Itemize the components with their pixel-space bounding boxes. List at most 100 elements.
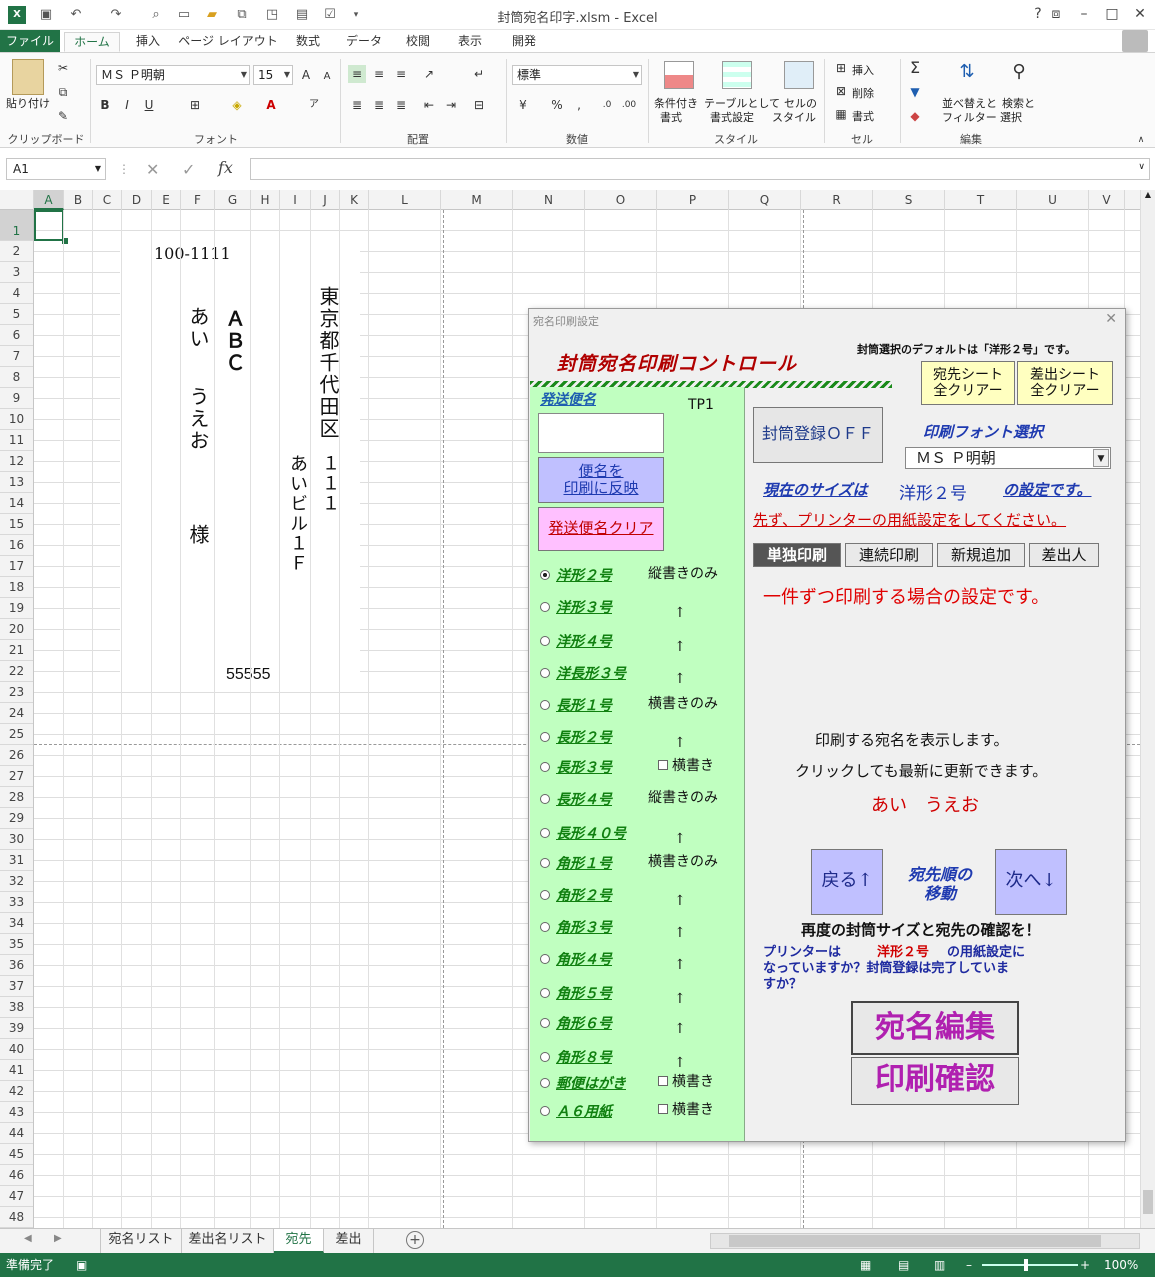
envelope-option-label[interactable]: 洋長形３号 [556, 666, 626, 682]
column-header-cell[interactable]: S [873, 190, 945, 210]
italic-button[interactable]: I [118, 96, 136, 114]
row-header-cell[interactable]: 11 [0, 430, 33, 451]
column-header-cell[interactable]: M [441, 190, 513, 210]
radio-icon[interactable] [540, 1018, 550, 1028]
fill-icon[interactable]: ▼ [906, 83, 924, 101]
paste-label[interactable]: 貼り付け [6, 95, 50, 111]
paste-icon[interactable] [12, 59, 44, 95]
active-cell[interactable] [34, 210, 64, 241]
merge-icon[interactable]: ⊟ [470, 96, 488, 114]
sheet-tab-destination[interactable]: 宛先 [274, 1229, 324, 1253]
zoom-level[interactable]: 100% [1104, 1253, 1138, 1277]
radio-icon[interactable] [540, 668, 550, 678]
checkbox-icon[interactable] [658, 1104, 668, 1114]
envelope-option[interactable]: 長形４０号 [540, 823, 626, 843]
envelope-option[interactable]: 角形６号 [540, 1013, 612, 1033]
row-header-cell[interactable]: 47 [0, 1186, 33, 1207]
close-icon[interactable]: ✕ [1124, 0, 1155, 28]
format-cells-label[interactable]: 書式 [852, 108, 874, 124]
sheet-tab-sender[interactable]: 差出 [324, 1229, 374, 1253]
horizontal-scrollbar[interactable] [710, 1233, 1140, 1249]
formula-input[interactable]: ∨ [250, 158, 1150, 180]
radio-icon[interactable] [540, 858, 550, 868]
envelope-option[interactable]: 長形２号 [540, 727, 612, 747]
row-header-cell[interactable]: 43 [0, 1102, 33, 1123]
insert-function-button[interactable]: fx [218, 158, 233, 177]
radio-icon[interactable] [540, 988, 550, 998]
column-header-cell[interactable]: H [251, 190, 280, 210]
envelope-option[interactable]: 角形８号 [540, 1047, 612, 1067]
row-header-cell[interactable]: 19 [0, 598, 33, 619]
row-header-cell[interactable]: 1 [0, 210, 33, 241]
delete-cells-label[interactable]: 削除 [852, 85, 874, 101]
dialog-close-icon[interactable]: ✕ [1105, 311, 1117, 327]
radio-icon[interactable] [540, 1078, 550, 1088]
border-icon[interactable]: ⊞ [186, 96, 204, 114]
zoom-slider[interactable] [982, 1264, 1078, 1266]
row-header-cell[interactable]: 3 [0, 262, 33, 283]
name-box[interactable]: A1 ▼ [6, 158, 106, 180]
row-header-cell[interactable]: 46 [0, 1165, 33, 1186]
tab-home[interactable]: ホーム [64, 32, 120, 52]
row-header-cell[interactable]: 4 [0, 283, 33, 304]
radio-icon[interactable] [540, 636, 550, 646]
column-header-cell[interactable]: U [1017, 190, 1089, 210]
tab-continuous-print[interactable]: 連続印刷 [845, 543, 933, 567]
align-center-icon[interactable]: ≣ [370, 96, 388, 114]
tab-file[interactable]: ファイル [0, 30, 60, 52]
autosum-icon[interactable]: Σ [906, 59, 924, 77]
currency-icon[interactable]: ¥ [514, 96, 532, 114]
row-header-cell[interactable]: 9 [0, 388, 33, 409]
orientation-note[interactable]: 横書き [658, 1071, 714, 1091]
column-header-cell[interactable]: G [215, 190, 251, 210]
column-header-cell[interactable]: C [93, 190, 122, 210]
envelope-option-label[interactable]: 長形２号 [556, 730, 612, 746]
column-header-cell[interactable]: L [369, 190, 441, 210]
sheet-tab-sender-list[interactable]: 差出名リスト [182, 1229, 274, 1253]
format-painter-icon[interactable]: ✎ [54, 107, 72, 125]
column-header-cell[interactable]: A [34, 190, 64, 210]
align-top-icon[interactable]: ≡ [348, 65, 366, 83]
row-header-cell[interactable]: 36 [0, 955, 33, 976]
row-header-cell[interactable]: 45 [0, 1144, 33, 1165]
zoom-out-icon[interactable]: – [966, 1253, 972, 1277]
format-cells-icon[interactable]: ▦ [832, 105, 850, 123]
font-name-select[interactable]: ＭＳ Ｐ明朝 ▼ [96, 65, 250, 85]
row-header-cell[interactable]: 33 [0, 892, 33, 913]
underline-button[interactable]: U [140, 96, 158, 114]
orientation-note[interactable]: 横書き [658, 755, 714, 775]
envelope-option-label[interactable]: 角形６号 [556, 1016, 612, 1032]
radio-icon[interactable] [540, 570, 550, 580]
envelope-option[interactable]: 洋形３号 [540, 597, 612, 617]
row-header-cell[interactable]: 48 [0, 1207, 33, 1228]
collapse-ribbon-icon[interactable]: ∧ [1132, 131, 1150, 149]
radio-icon[interactable] [540, 1106, 550, 1116]
column-header-cell[interactable]: E [152, 190, 181, 210]
account-avatar[interactable] [1122, 30, 1148, 52]
row-header-cell[interactable]: 17 [0, 556, 33, 577]
cell-styles-label2[interactable]: スタイル [772, 109, 816, 125]
column-header-cell[interactable]: D [122, 190, 152, 210]
envelope-option[interactable]: 角形２号 [540, 885, 612, 905]
copy-icon[interactable]: ⧉ [54, 83, 72, 101]
row-header-cell[interactable]: 18 [0, 577, 33, 598]
sort-label2[interactable]: フィルター [942, 109, 997, 125]
prev-sheet-icon[interactable]: ◀ [24, 1233, 32, 1244]
row-header-cell[interactable]: 42 [0, 1081, 33, 1102]
row-header-cell[interactable]: 8 [0, 367, 33, 388]
decrease-decimal-icon[interactable]: .00 [620, 96, 638, 114]
envelope-option-label[interactable]: 角形４号 [556, 952, 612, 968]
envelope-option-label[interactable]: 長形４０号 [556, 826, 626, 842]
align-right-icon[interactable]: ≣ [392, 96, 410, 114]
row-header-cell[interactable]: 6 [0, 325, 33, 346]
tab-view[interactable]: 表示 [446, 32, 494, 52]
envelope-option[interactable]: 角形１号 [540, 853, 612, 873]
tab-developer[interactable]: 開発 [500, 32, 548, 52]
clear-mail-type-button[interactable]: 発送便名クリア [538, 507, 664, 551]
radio-icon[interactable] [540, 732, 550, 742]
cut-icon[interactable]: ✂ [54, 59, 72, 77]
row-header-cell[interactable]: 20 [0, 619, 33, 640]
row-header-cell[interactable]: 31 [0, 850, 33, 871]
clear-destination-button[interactable]: 宛先シート 全クリアー [921, 361, 1015, 405]
row-header-cell[interactable]: 5 [0, 304, 33, 325]
